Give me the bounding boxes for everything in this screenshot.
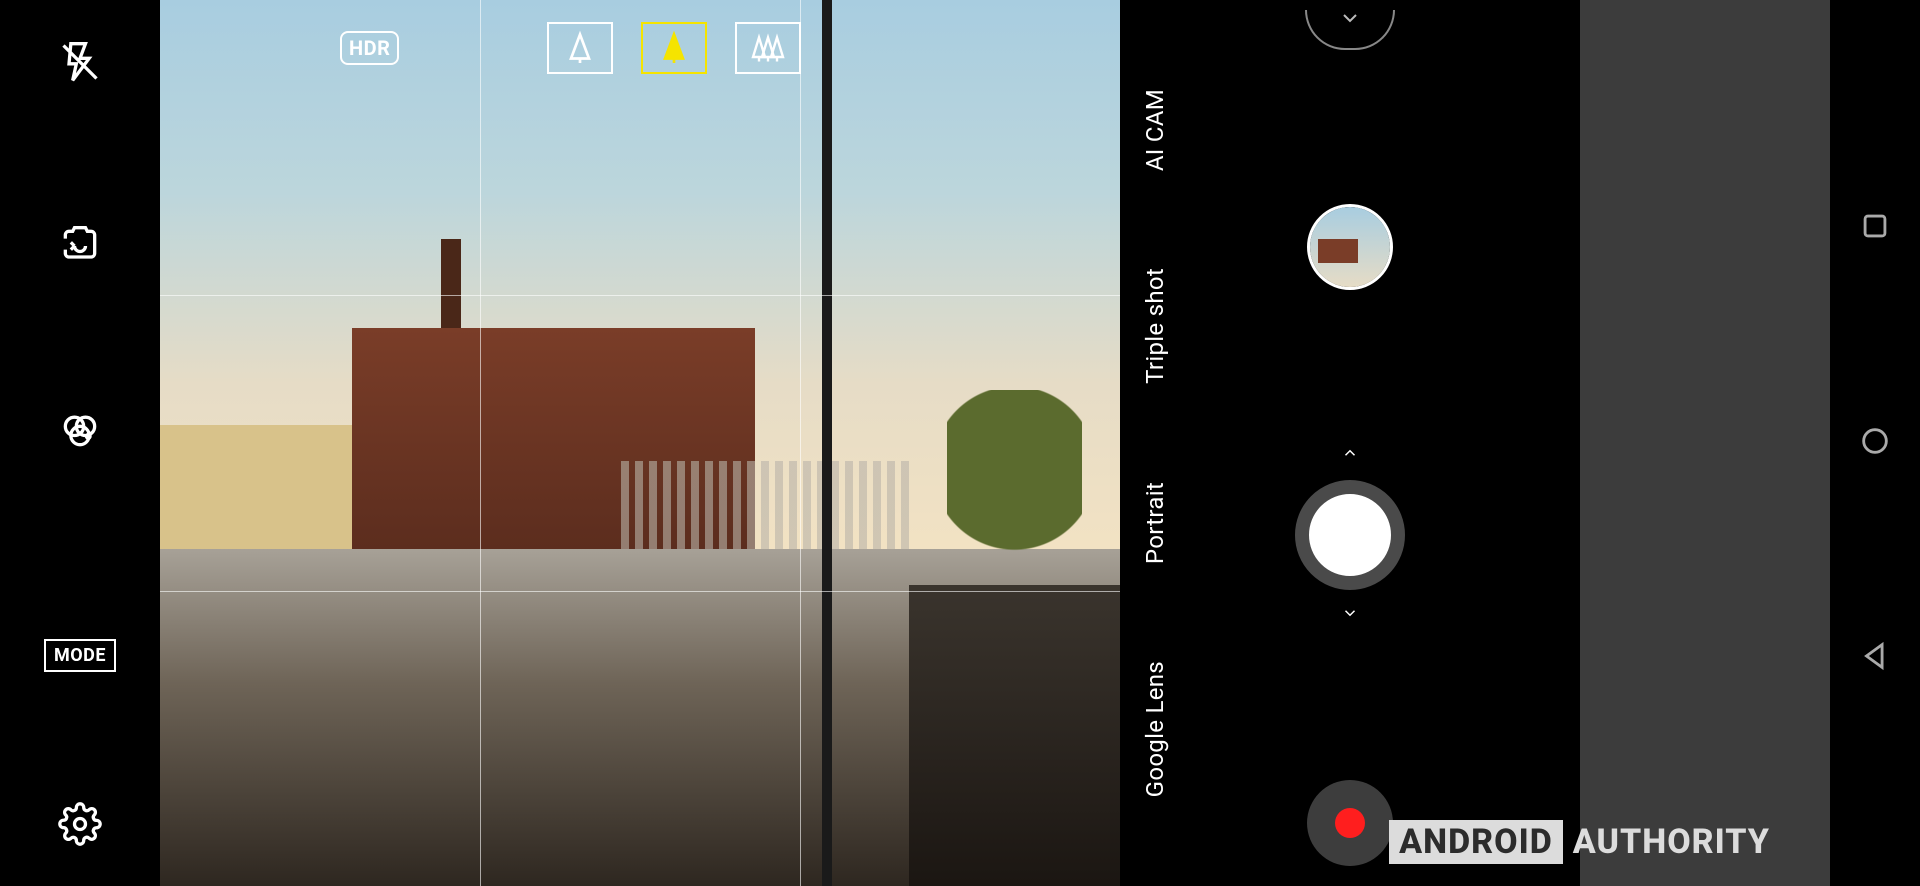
chevron-down-icon[interactable]	[1337, 604, 1363, 626]
grid-line	[480, 0, 481, 886]
mode-google-lens[interactable]: Google Lens	[1141, 661, 1169, 797]
watermark-brand-box: ANDROID	[1389, 820, 1563, 864]
viewfinder-top-bar: HDR	[160, 22, 1120, 74]
grid-line	[160, 295, 1120, 296]
shutter-group	[1295, 444, 1405, 626]
lens-selector	[547, 22, 801, 74]
home-icon[interactable]	[1858, 424, 1892, 462]
wide-lens[interactable]	[735, 22, 801, 74]
gallery-thumbnail[interactable]	[1307, 204, 1393, 290]
grid-line	[800, 0, 801, 886]
drawer-handle[interactable]	[1305, 10, 1395, 50]
standard-lens[interactable]	[641, 22, 707, 74]
left-icon-rail: MODE	[0, 0, 160, 886]
mode-ai-cam[interactable]: AI CAM	[1141, 89, 1169, 171]
left-rail-bottom-group: MODE	[44, 639, 116, 856]
viewfinder-scene	[160, 0, 1120, 886]
mode-strip: AI CAM Triple shot Portrait Google Lens	[1120, 0, 1190, 886]
grid-line	[160, 591, 1120, 592]
hdr-toggle[interactable]: HDR	[340, 31, 399, 65]
shutter-button[interactable]	[1295, 480, 1405, 590]
settings-icon[interactable]	[48, 792, 112, 856]
chevron-up-icon[interactable]	[1337, 444, 1363, 466]
record-dot-icon	[1335, 808, 1365, 838]
mode-triple-shot[interactable]: Triple shot	[1141, 268, 1169, 384]
recents-icon[interactable]	[1858, 209, 1892, 247]
back-icon[interactable]	[1858, 639, 1892, 677]
camera-switch-icon[interactable]	[48, 214, 112, 278]
watermark: ANDROID AUTHORITY	[1389, 820, 1770, 864]
record-button[interactable]	[1307, 780, 1393, 866]
shutter-column	[1190, 0, 1510, 886]
mode-portrait[interactable]: Portrait	[1141, 482, 1169, 564]
filters-icon[interactable]	[48, 398, 112, 462]
left-rail-top-group	[48, 30, 112, 462]
watermark-brand-text: AUTHORITY	[1573, 822, 1770, 862]
android-nav-bar	[1830, 0, 1920, 886]
flash-off-icon[interactable]	[48, 30, 112, 94]
camera-app: MODE HDR	[0, 0, 1920, 886]
viewfinder[interactable]: HDR	[160, 0, 1120, 886]
telephoto-lens[interactable]	[547, 22, 613, 74]
mode-button[interactable]: MODE	[44, 639, 116, 672]
